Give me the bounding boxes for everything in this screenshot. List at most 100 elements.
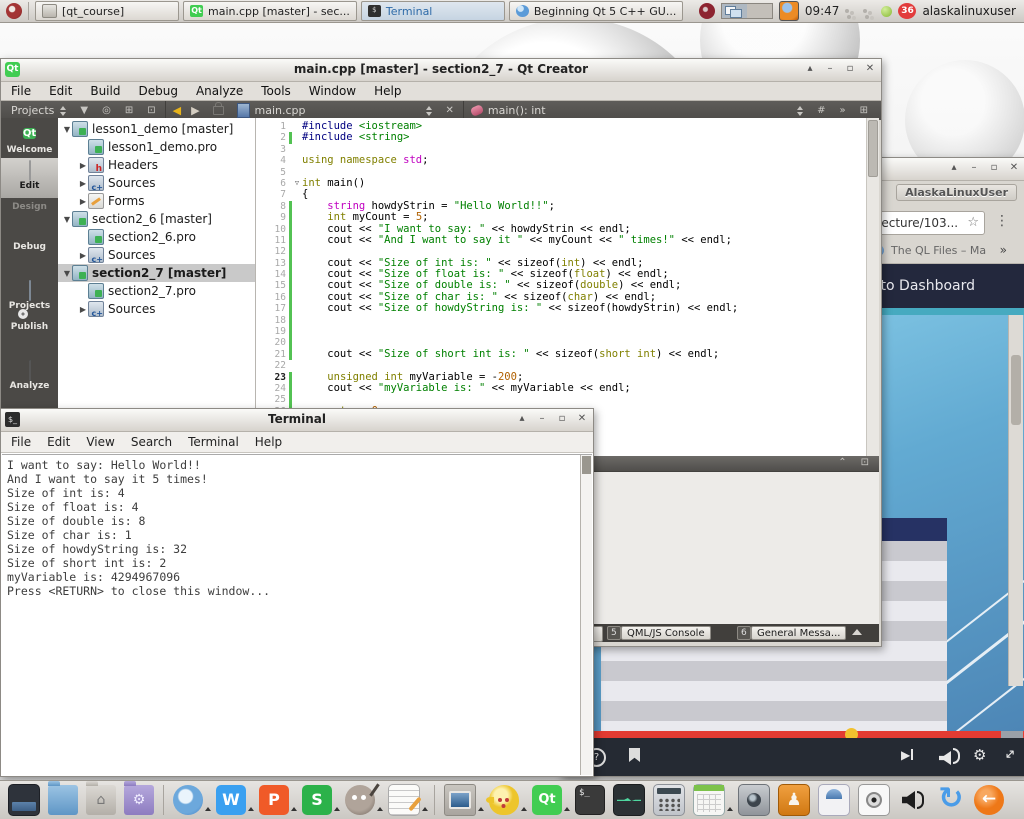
filter-icon[interactable]: ▼ [80,105,88,116]
symbol-combo-spinner-icon[interactable] [797,106,804,116]
browser-window-controls[interactable]: ▴–▫✕ [947,161,1021,175]
terminal-window-controls[interactable]: ▴–▫✕ [515,412,589,426]
symbol-combo[interactable]: main(): int [488,104,546,117]
output-tab[interactable]: General Messa... [751,626,846,640]
dock-menu-arrow-icon[interactable] [727,807,733,811]
code-line[interactable]: 2#include <string> [256,132,867,143]
mode-design[interactable]: Design [1,198,58,238]
code-line[interactable]: 24 cout << "myVariable is: " << myVariab… [256,383,867,394]
dock-wps-presentation-icon[interactable]: P [259,785,289,815]
qt-creator-window-controls[interactable]: ▴–▫✕ [803,62,877,76]
collapse-arrow-icon[interactable]: ▼ [62,269,72,278]
dock-menu-arrow-icon[interactable] [422,807,428,811]
terminal-scrollbar-thumb[interactable] [582,456,591,474]
output-pane-collapse-icon[interactable]: ⌃ [838,457,846,468]
tree-item[interactable]: ▶Sources [58,174,255,192]
close-button[interactable]: ✕ [1007,161,1021,175]
code-line[interactable]: 19 [256,326,867,337]
expand-arrow-icon[interactable]: ▶ [78,305,88,314]
close-button[interactable]: ✕ [863,62,877,76]
maximize-button[interactable]: ▫ [843,62,857,76]
fold-marker[interactable]: ▽ [292,178,302,189]
menu-analyze[interactable]: Analyze [196,84,243,98]
collapse-arrow-icon[interactable]: ▼ [62,125,72,134]
shade-button[interactable]: ▴ [947,161,961,175]
dock-menu-arrow-icon[interactable] [521,807,527,811]
workspace-switcher[interactable] [721,3,773,19]
dock-menu-arrow-icon[interactable] [478,807,484,811]
close-button[interactable]: ✕ [575,412,589,426]
browser-menu-icon[interactable]: ⋮ [995,213,1009,229]
tray-status-icon[interactable] [845,9,849,13]
output-tab[interactable]: QML/JS Console [621,626,711,640]
mode-edit[interactable]: Edit [1,158,58,198]
dock-menu-arrow-icon[interactable] [248,807,254,811]
hash-icon[interactable]: # [817,105,825,116]
workspace-2[interactable] [747,4,772,18]
minimize-button[interactable]: – [823,62,837,76]
terminal-content[interactable]: I want to say: Hello World!!And I want t… [2,454,592,775]
nav-forward-icon[interactable]: ▶ [191,104,199,117]
dock-camera-icon[interactable] [738,784,770,816]
output-tab-number[interactable]: 6 [737,626,751,640]
bookmark-star-icon[interactable]: ☆ [967,215,979,230]
sync-with-editor-icon[interactable]: ◎ [102,105,111,116]
dock-text-editor-icon[interactable] [388,784,420,816]
code-line[interactable]: 4using namespace std; [256,155,867,166]
qt-creator-titlebar[interactable]: Qt main.cpp [master] - section2_7 - Qt C… [1,59,881,82]
terminal-titlebar[interactable]: $_ Terminal ▴–▫✕ [1,409,593,432]
mode-analyze[interactable]: Analyze [1,358,58,398]
tree-item[interactable]: lesson1_demo.pro [58,138,255,156]
chevrons-icon[interactable]: » [839,105,845,116]
tree-item[interactable]: ▶Sources [58,300,255,318]
dock-back-icon[interactable]: ← [974,785,1004,815]
editor-scrollbar-thumb[interactable] [868,120,878,177]
dock-qt-creator-icon[interactable]: Qt [532,785,562,815]
code-line[interactable]: 6▽int main() [256,178,867,189]
browser-scrollbar-thumb[interactable] [1011,355,1021,425]
expand-arrow-icon[interactable]: ▶ [78,197,88,206]
taskbar-task[interactable]: $Terminal [361,1,505,21]
menu-file[interactable]: File [11,84,31,98]
status-dot-icon[interactable] [881,6,892,17]
dock-robot-icon[interactable] [818,784,850,816]
editor-scrollbar[interactable] [866,118,879,456]
dock-folder-blue-icon[interactable] [48,785,78,815]
tray-app-icon[interactable] [699,3,715,19]
terminal-menu-terminal[interactable]: Terminal [188,435,239,449]
dock-gimp-icon[interactable] [345,785,375,815]
dock-wps-writer-icon[interactable]: W [216,785,246,815]
code-lines[interactable]: 1#include <iostream>2#include <string>34… [256,121,867,417]
menu-window[interactable]: Window [309,84,356,98]
dock-chess-globe-icon[interactable]: ♟ [778,784,810,816]
tree-item[interactable]: ▼section2_7 [master] [58,264,255,282]
dock-teapot-icon[interactable] [489,785,519,815]
menu-build[interactable]: Build [90,84,120,98]
code-line[interactable]: 18 [256,315,867,326]
tree-item[interactable]: ▶Headers [58,156,255,174]
mode-welcome[interactable]: QtWelcome [1,118,58,158]
dock-speaker-box-icon[interactable] [858,784,890,816]
distro-menu-icon[interactable] [6,3,22,19]
terminal-menu-file[interactable]: File [11,435,31,449]
terminal-menu-help[interactable]: Help [255,435,282,449]
terminal-scrollbar[interactable] [580,455,592,775]
updates-badge[interactable]: 36 [898,3,916,19]
dock-calendar-icon[interactable] [693,784,725,816]
dock-menu-arrow-icon[interactable] [291,807,297,811]
tree-item[interactable]: ▶Sources [58,246,255,264]
mode-projects[interactable]: Projects [1,278,58,318]
profile-button[interactable]: AlaskaLinuxUser [896,184,1017,201]
dock-volume-icon[interactable] [898,785,928,815]
tree-item[interactable]: ▼section2_6 [master] [58,210,255,228]
split-editor-icon[interactable]: ⊞ [860,105,868,116]
minimize-button[interactable]: – [535,412,549,426]
terminal-menu-search[interactable]: Search [131,435,172,449]
volume-icon[interactable] [939,748,960,769]
dock-system-monitor-icon[interactable] [613,784,645,816]
pane-selector-spinner-icon[interactable] [60,106,67,116]
workspace-1[interactable] [722,4,747,18]
code-line[interactable]: 21 cout << "Size of short int is: " << s… [256,349,867,360]
tree-item[interactable]: ▶Forms [58,192,255,210]
output-pane-expand-icon[interactable] [852,629,862,635]
